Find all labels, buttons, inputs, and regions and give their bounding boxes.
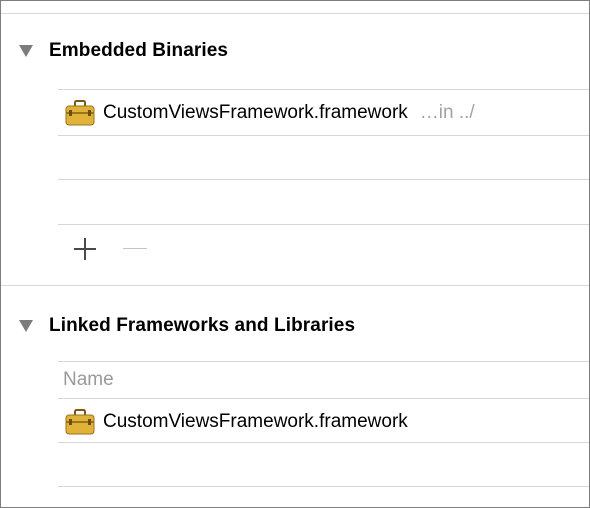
embedded-binary-row[interactable]: CustomViewsFramework.framework …in ../: [58, 90, 589, 135]
framework-name: CustomViewsFramework.framework: [103, 101, 408, 123]
divider: [58, 486, 589, 487]
empty-row: [58, 180, 589, 225]
divider: [58, 361, 589, 362]
disclosure-triangle-icon[interactable]: [19, 45, 33, 57]
name-column-header[interactable]: Name: [63, 369, 114, 391]
empty-row: [58, 443, 589, 488]
embedded-binaries-title: Embedded Binaries: [49, 40, 229, 61]
framework-toolbox-icon: [65, 99, 95, 125]
framework-toolbox-icon: [65, 408, 95, 434]
disclosure-triangle-icon[interactable]: [19, 320, 33, 332]
framework-location: …in ../: [419, 101, 475, 123]
embedded-binaries-header[interactable]: Embedded Binaries: [19, 40, 228, 62]
remove-button[interactable]: [123, 241, 147, 257]
build-phases-panel: Embedded Binaries CustomViewsFramework.f…: [0, 0, 590, 508]
linked-framework-row[interactable]: CustomViewsFramework.framework: [58, 399, 589, 444]
empty-row: [58, 136, 589, 181]
linked-frameworks-title: Linked Frameworks and Libraries: [49, 315, 356, 336]
divider: [58, 224, 589, 225]
add-button[interactable]: [73, 237, 97, 261]
top-separator: [1, 13, 589, 14]
linked-frameworks-header[interactable]: Linked Frameworks and Libraries: [19, 315, 355, 337]
section-separator: [1, 285, 589, 286]
framework-name: CustomViewsFramework.framework: [103, 410, 408, 432]
